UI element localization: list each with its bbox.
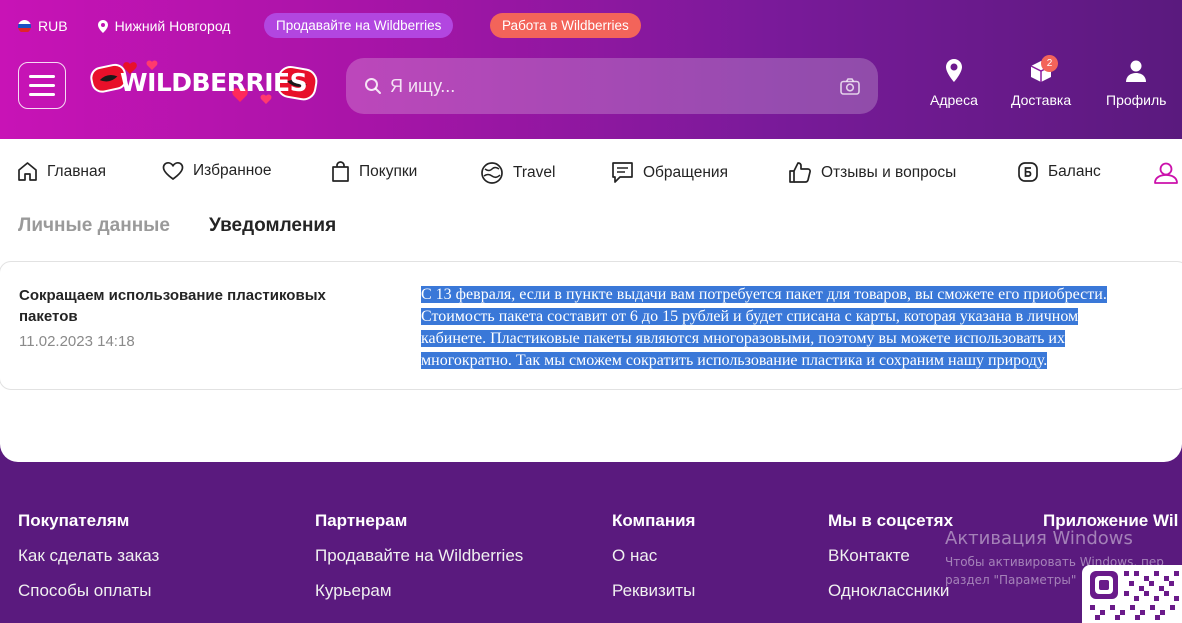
profile-label: Профиль [1106,92,1167,108]
footer-link[interactable]: Реквизиты [612,581,695,601]
shopping-bag-icon [332,161,349,182]
thumbs-up-icon [789,162,811,183]
topbar: RUB Нижний Новгород [18,13,230,39]
city-label: Нижний Новгород [114,18,231,34]
currency-selector[interactable]: RUB [18,18,68,34]
activation-title: Активация Windows [945,528,1133,549]
qr-code-icon [1090,571,1179,620]
footer-link[interactable]: Курьерам [315,581,523,601]
footer-link[interactable]: О нас [612,546,695,566]
currency-label: RUB [38,18,68,34]
footer-heading: Мы в соцсетях [828,511,954,530]
work-at-wildberries-button[interactable]: Работа в Wildberries [490,13,641,38]
tab-label: Обращения [643,163,728,181]
profile-button[interactable]: Профиль [1106,58,1166,108]
camera-icon[interactable] [840,77,860,95]
delivery-label: Доставка [1011,92,1072,108]
tab-label: Отзывы и вопросы [821,163,957,181]
tab-personal-data[interactable]: Личные данные [18,215,170,237]
tab-home[interactable]: Главная [17,161,106,182]
logo-text: WILDBERRIES [120,68,308,97]
menu-icon-line [29,75,55,78]
tab-profile[interactable] [1153,161,1179,185]
app-qr-code[interactable] [1082,565,1182,623]
footer-column-buyers: Покупателям Как сделать заказ Способы оп… [18,511,159,616]
menu-button[interactable] [18,62,66,109]
tab-requests[interactable]: Обращения [611,161,728,184]
menu-icon-line [29,84,55,87]
footer-column-social: Мы в соцсетях ВКонтакте Одноклассники [828,511,953,616]
footer-heading: Покупателям [18,511,130,530]
notification-body-line: многократно. Так мы сможем сократить исп… [421,352,1048,369]
tab-favorites[interactable]: Избранное [162,161,272,181]
sell-on-wildberries-button[interactable]: Продавайте на Wildberries [264,13,454,38]
user-icon [1126,60,1147,82]
tab-label: Избранное [193,162,272,179]
chat-message-icon [612,162,633,183]
footer-column-partners: Партнерам Продавайте на Wildberries Курь… [315,511,523,616]
addresses-button[interactable]: Адреса [930,58,978,108]
tab-label: Главная [47,162,106,180]
main-content: Главная Избранное Покупки Travel Обращен… [0,139,1182,462]
tab-travel[interactable]: Travel [480,161,556,185]
footer-link[interactable]: Продавайте на Wildberries [315,546,523,566]
notification-card: Сокращаем использование пластиковых паке… [0,261,1182,390]
search-input[interactable] [390,75,840,97]
footer-link[interactable]: Одноклассники [828,581,953,601]
menu-icon-line [29,93,55,96]
location-pin-icon [945,59,962,82]
city-selector[interactable]: Нижний Новгород [97,18,231,34]
notification-title: Сокращаем использование пластиковых паке… [19,287,326,325]
footer-link[interactable]: Способы оплаты [18,581,159,601]
footer-heading: Компания [612,511,696,530]
notification-body-line: С 13 февраля, если в пункте выдачи вам п… [421,286,1107,303]
heart-icon [162,161,184,181]
notification-body-line: кабинете. Пластиковые пакеты являются мн… [421,330,1065,347]
tab-notifications[interactable]: Уведомления [209,215,336,237]
wildberries-logo[interactable]: WILDBERRIES [90,58,322,110]
footer-column-company: Компания О нас Реквизиты [612,511,695,616]
tab-purchases[interactable]: Покупки [331,161,417,183]
addresses-label: Адреса [930,92,978,108]
footer-link[interactable]: ВКонтакте [828,546,953,566]
balance-icon [1018,162,1038,182]
travel-globe-icon [481,162,503,184]
location-pin-icon [97,19,108,33]
delivery-count-badge: 2 [1041,55,1058,72]
tab-label: Покупки [359,163,418,180]
notification-body-line: Стоимость пакета составит от 6 до 15 руб… [421,308,1079,325]
footer-link[interactable]: Как сделать заказ [18,546,159,566]
home-icon [18,162,37,181]
delivery-button[interactable]: 2 Доставка [1011,55,1072,108]
search-bar[interactable] [346,58,878,114]
footer-heading: Партнерам [315,511,408,530]
notification-body: С 13 февраля, если в пункте выдачи вам п… [421,284,1181,372]
tab-label: Баланс [1048,163,1101,180]
search-icon [365,78,381,94]
tab-balance[interactable]: Баланс [1017,161,1101,183]
tab-label: Travel [513,164,556,181]
header: RUB Нижний Новгород Продавайте на Wildbe… [0,0,1182,150]
russia-flag-icon [18,19,31,33]
user-icon [1154,162,1178,184]
tab-reviews[interactable]: Отзывы и вопросы [788,161,956,184]
notification-date: 11.02.2023 14:18 [19,333,135,350]
